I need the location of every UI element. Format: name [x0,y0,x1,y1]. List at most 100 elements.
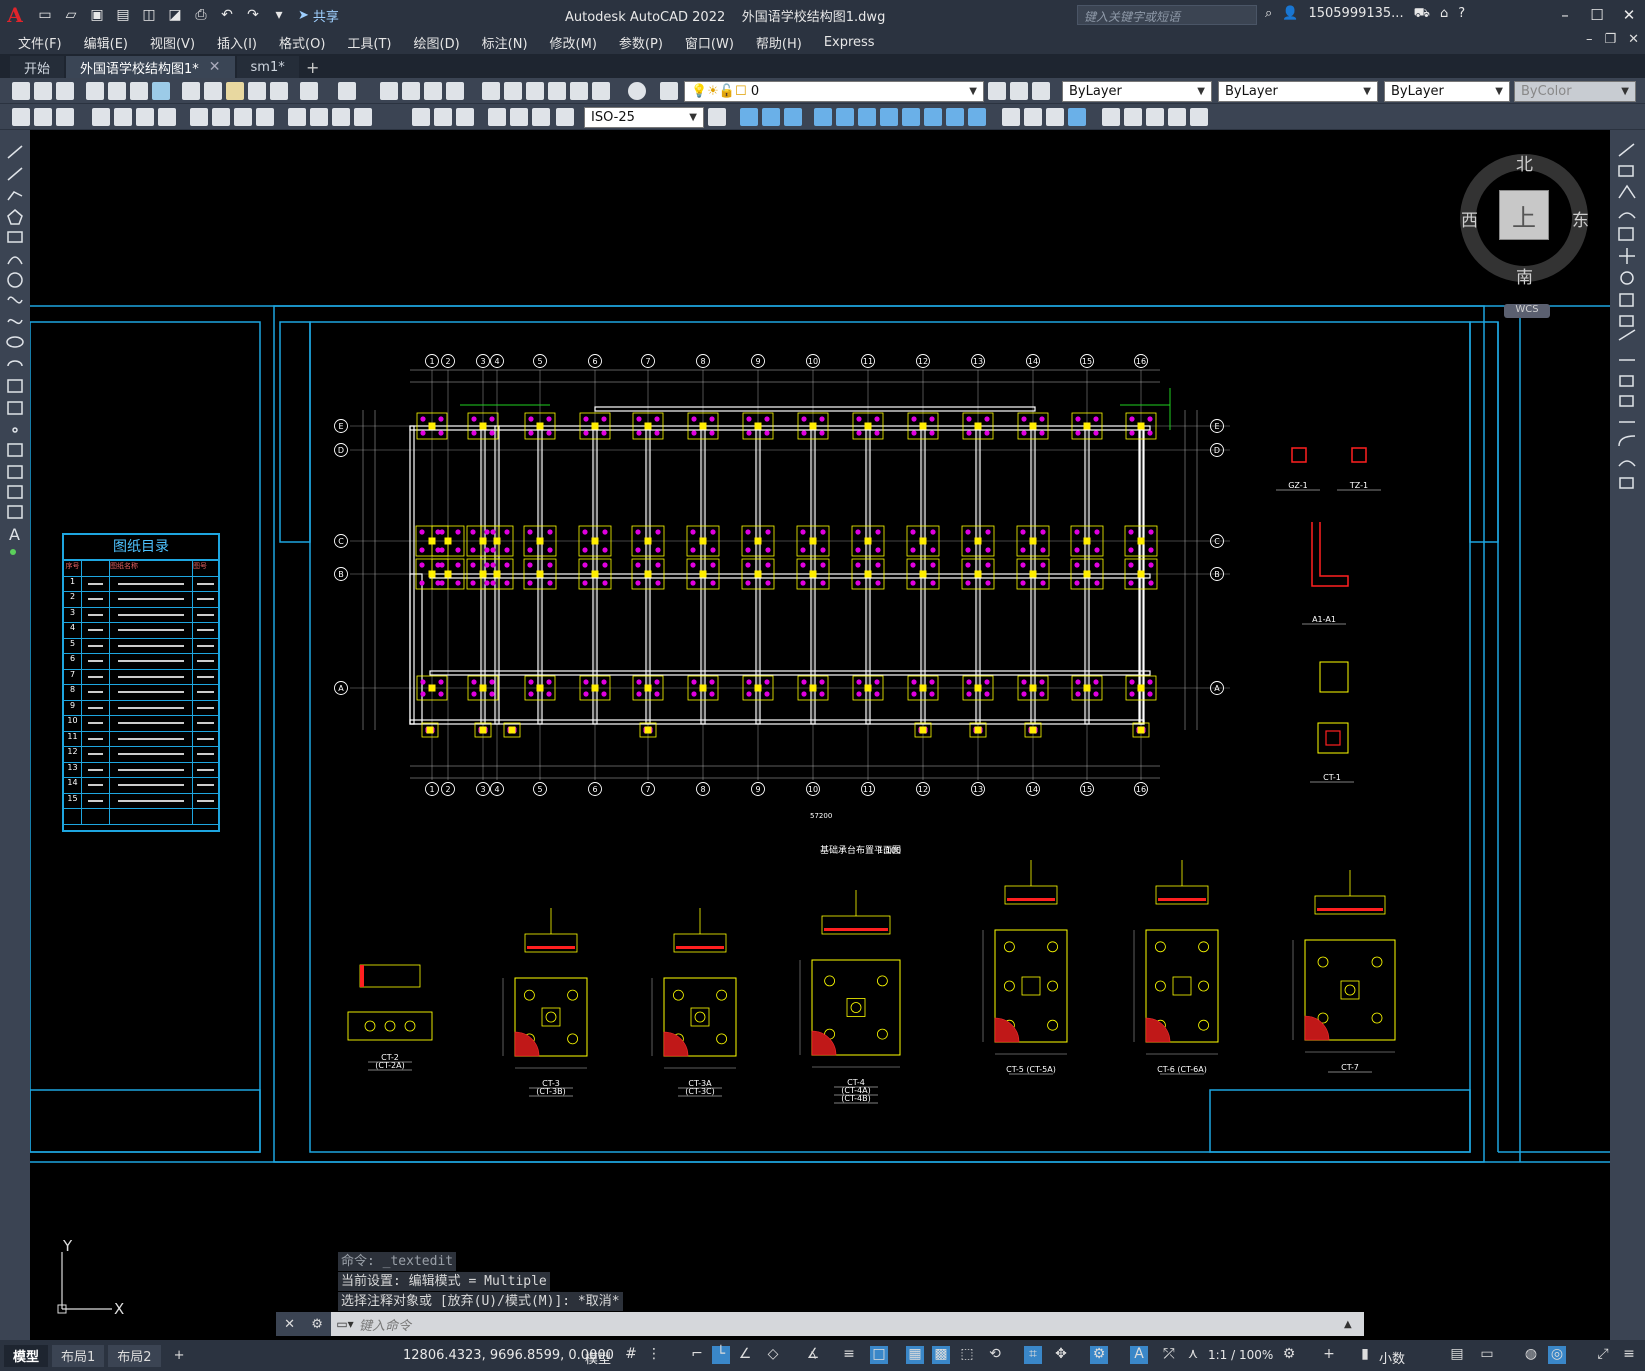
annotation-monitor-icon[interactable]: + [1320,1346,1338,1364]
doc-close-button[interactable]: ✕ [1628,32,1639,47]
center-mark-icon[interactable] [354,108,372,126]
recent-commands-icon[interactable]: ▭▾ [331,1317,359,1331]
drawing-canvas[interactable]: 1 1 2 2 3 3 4 4 5 5 6 6 7 7 8 8 9 9 10 10 11 11 12 12 13 13 14 14 15… [30,130,1610,1340]
scale-icon[interactable] [1619,293,1634,307]
open-file-icon[interactable]: ▱ [60,4,82,26]
workspace-switch-icon[interactable]: ⚙ [1280,1346,1298,1364]
3d-cylinder-icon[interactable] [836,108,854,126]
dim-update-icon[interactable] [510,108,528,126]
doc-restore-button[interactable]: ❐ [1604,32,1616,47]
publish-icon[interactable] [130,82,148,100]
3d-align-icon[interactable] [1146,108,1164,126]
ellipse-arc-icon[interactable] [7,360,23,367]
slice-icon[interactable] [1068,108,1086,126]
lineweight-icon[interactable]: ≡ [840,1346,858,1364]
help-icon[interactable] [628,82,646,100]
fillet-icon[interactable] [1618,435,1636,447]
calculator-icon[interactable] [592,82,610,100]
dim-arc-icon[interactable] [56,108,74,126]
menu-draw[interactable]: 绘图(D) [414,33,460,52]
cart-icon[interactable]: ⛟ [1414,6,1430,23]
isodraft-icon[interactable]: ◇ [764,1346,782,1364]
join-icon[interactable] [1619,395,1634,407]
zoom-realtime-icon[interactable] [402,82,420,100]
tab-close-icon[interactable]: ✕ [209,59,221,75]
save-web-icon[interactable]: ◪ [164,4,186,26]
menu-modify[interactable]: 修改(M) [550,33,597,52]
arc-icon[interactable] [7,256,23,265]
plot-icon[interactable]: ⎙ [190,4,212,26]
dim-radius-icon[interactable] [114,108,132,126]
dim-baseline-icon[interactable] [234,108,252,126]
clean-screen-icon[interactable]: ⤢ [1594,1346,1612,1364]
move-icon[interactable] [1619,248,1635,264]
tab-current-drawing[interactable]: 外国语学校结构图1* ✕ [66,56,235,78]
3d-mirror-icon[interactable] [1190,108,1208,126]
intersect-icon[interactable] [1046,108,1064,126]
quick-props-icon[interactable]: ▤ [1448,1346,1466,1364]
construction-line-icon[interactable] [7,167,23,181]
command-input[interactable]: 键入命令 [359,1315,1344,1334]
union-icon[interactable] [1002,108,1020,126]
pan-icon[interactable] [380,82,398,100]
new-file-icon[interactable]: ▭ [34,4,56,26]
snap-icon[interactable]: ⋮ [645,1346,663,1364]
extrude-icon[interactable] [902,108,920,126]
annotation-scale-dropdown[interactable]: 1:1 / 100% [1208,1348,1273,1362]
3d-wedge-icon[interactable] [762,108,780,126]
dim-break-icon[interactable] [310,108,328,126]
table-icon[interactable] [7,505,23,519]
undo-icon[interactable]: ↶ [216,4,238,26]
cut-icon[interactable] [182,82,200,100]
coordinates-readout[interactable]: 12806.4323, 9696.8599, 0.0000 [403,1348,614,1363]
save-icon[interactable]: ▣ [86,4,108,26]
array-icon[interactable] [1618,227,1634,241]
menu-file[interactable]: 文件(F) [18,33,62,52]
lineweight-dropdown[interactable]: ByLayer ▼ [1384,81,1510,102]
offset-icon[interactable] [1618,212,1636,219]
compass-west[interactable]: 西 [1461,206,1478,231]
dim-angular-icon[interactable] [190,108,208,126]
share-button[interactable]: ➤ 共享 [298,6,339,25]
block-editor-icon[interactable] [270,82,288,100]
dim-aligned-icon[interactable] [34,108,52,126]
dim-diameter-icon[interactable] [158,108,176,126]
transparency-icon[interactable]: ▦ [906,1346,924,1364]
polyline-icon[interactable] [7,191,23,201]
tab-sm1[interactable]: sm1* [236,56,299,78]
3d-move-icon[interactable] [1102,108,1120,126]
compass-south[interactable]: 南 [1516,263,1533,288]
dim-style-icon[interactable] [532,108,550,126]
markup-icon[interactable] [570,82,588,100]
infer-constraints-icon[interactable]: ⌐ [688,1346,706,1364]
dim-space-icon[interactable] [288,108,306,126]
object-snap-tracking-icon[interactable]: ∡ [804,1346,822,1364]
redo-icon[interactable] [338,82,356,100]
stretch-icon[interactable] [1619,315,1634,327]
color-dropdown[interactable]: ByLayer ▼ [1062,81,1212,102]
autocad-logo-icon[interactable]: A [0,0,30,30]
annotation-autoscale-icon[interactable]: A [1130,1346,1148,1364]
sheet-set-icon[interactable] [548,82,566,100]
menu-help[interactable]: 帮助(H) [756,33,802,52]
dim-jogged-icon[interactable] [136,108,154,126]
viewcube-top-face[interactable]: 上 [1499,190,1549,240]
isolate-objects-icon[interactable]: ◍ [1522,1346,1540,1364]
dim-ordinate-icon[interactable] [92,108,110,126]
selection-filter-icon[interactable]: ⌗ [1024,1346,1042,1364]
add-selected-icon[interactable] [10,549,16,555]
dim-linear-icon[interactable] [12,108,30,126]
blend-icon[interactable] [1618,460,1636,467]
ellipse-icon[interactable] [6,336,24,348]
help-icon[interactable]: ? [1458,6,1465,23]
model-space-toggle[interactable]: 模型 [585,1348,611,1367]
dimstyle-dropdown[interactable]: ISO-25 ▼ [584,107,704,128]
quick-properties-icon[interactable]: ▮ [1356,1346,1374,1364]
user-name[interactable]: 1505999135... [1308,6,1403,23]
compass-east[interactable]: 东 [1572,206,1589,231]
osnap-icon[interactable]: □ [870,1346,888,1364]
wcs-menu[interactable]: WCS [1504,304,1550,318]
menu-tools[interactable]: 工具(T) [347,33,391,52]
tab-layout2[interactable]: 布局2 [108,1344,161,1367]
dynamic-ucs-icon[interactable]: ⟲ [986,1346,1004,1364]
